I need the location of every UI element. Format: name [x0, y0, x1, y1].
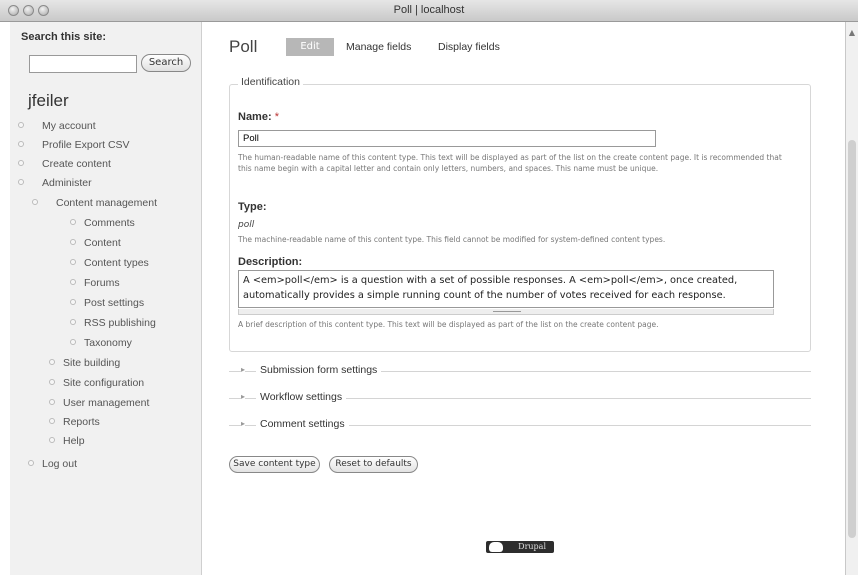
sidebar-item-label: Log out	[42, 458, 78, 470]
sidebar-item-content-management[interactable]: Content management	[32, 197, 157, 209]
bullet-icon	[70, 239, 76, 245]
textarea-resize-grip[interactable]	[238, 309, 774, 315]
bullet-icon	[18, 160, 24, 166]
sidebar-item-label: RSS publishing	[84, 317, 156, 329]
expand-arrow-icon: ▸	[241, 392, 246, 401]
description-help-text: A brief description of this content type…	[238, 320, 659, 329]
tab-edit[interactable]: Edit	[286, 38, 334, 56]
reset-to-defaults-button[interactable]: Reset to defaults	[329, 456, 418, 473]
bullet-icon	[70, 339, 76, 345]
drupal-badge-label: Drupal	[518, 542, 546, 551]
search-button[interactable]: Search	[141, 54, 191, 72]
save-content-type-button[interactable]: Save content type	[229, 456, 320, 473]
window-title: Poll | localhost	[393, 4, 465, 16]
tab-manage-fields[interactable]: Manage fields	[346, 41, 411, 53]
sidebar-item-comments[interactable]: Comments	[70, 217, 135, 229]
page-title: Poll	[229, 37, 258, 56]
expand-arrow-icon: ▸	[241, 419, 246, 428]
drupal-drop-icon	[489, 542, 503, 552]
sidebar-item-reports[interactable]: Reports	[49, 416, 100, 428]
sidebar-item-user-management[interactable]: User management	[49, 397, 149, 409]
sidebar-item-label: Profile Export CSV	[42, 139, 130, 151]
type-label: Type:	[238, 201, 267, 213]
sidebar-item-profile-export-csv[interactable]: Profile Export CSV	[18, 139, 130, 151]
sidebar-item-administer[interactable]: Administer	[18, 177, 92, 189]
workflow-settings-toggle[interactable]: Workflow settings	[256, 391, 347, 403]
drupal-badge[interactable]: Drupal	[486, 541, 554, 553]
name-label: Name: *	[238, 111, 279, 123]
sidebar-item-label: Content types	[84, 257, 149, 269]
bullet-icon	[18, 122, 24, 128]
sidebar-item-taxonomy[interactable]: Taxonomy	[70, 337, 132, 349]
collapsed-bullet-icon	[49, 379, 55, 385]
bullet-icon	[28, 460, 34, 466]
sidebar-item-label: Reports	[63, 416, 100, 428]
type-help-text: The machine-readable name of this conten…	[238, 235, 666, 244]
comment-settings-toggle[interactable]: Comment settings	[256, 418, 349, 430]
expanded-bullet-icon	[32, 199, 38, 205]
window-titlebar: Poll | localhost	[0, 0, 858, 22]
sidebar-item-label: Content management	[56, 197, 157, 209]
sidebar-item-log-out[interactable]: Log out	[28, 458, 77, 470]
description-label: Description:	[238, 256, 303, 268]
sidebar-item-label: Administer	[42, 177, 92, 189]
expanded-bullet-icon	[18, 179, 24, 185]
sidebar-item-label: Forums	[84, 277, 120, 289]
expand-arrow-icon: ▸	[241, 365, 246, 374]
scrollbar-thumb[interactable]	[848, 140, 856, 538]
sidebar-item-forums[interactable]: Forums	[70, 277, 120, 289]
type-value: poll	[238, 220, 255, 230]
sidebar-item-content-types[interactable]: Content types	[70, 257, 149, 269]
sidebar-item-label: Comments	[84, 217, 135, 229]
sidebar-item-label: Help	[63, 435, 85, 447]
required-marker: *	[274, 111, 279, 123]
bullet-icon	[70, 259, 76, 265]
collapsed-bullet-icon	[49, 359, 55, 365]
sidebar-item-label: Site building	[63, 357, 121, 369]
name-label-text: Name:	[238, 111, 272, 123]
scroll-up-arrow-icon[interactable]: ▲	[847, 28, 857, 38]
collapsed-bullet-icon	[49, 399, 55, 405]
search-label: Search this site:	[21, 31, 106, 43]
sidebar-item-rss-publishing[interactable]: RSS publishing	[70, 317, 156, 329]
bullet-icon	[18, 141, 24, 147]
identification-legend: Identification	[238, 76, 303, 88]
tab-display-fields[interactable]: Display fields	[438, 41, 500, 53]
submission-form-settings-toggle[interactable]: Submission form settings	[256, 364, 382, 376]
sidebar-item-content[interactable]: Content	[70, 237, 121, 249]
sidebar-item-help[interactable]: Help	[49, 435, 85, 447]
sidebar-item-label: Post settings	[84, 297, 145, 309]
sidebar-item-my-account[interactable]: My account	[18, 120, 96, 132]
bullet-icon	[70, 219, 76, 225]
sidebar-item-label: Site configuration	[63, 377, 145, 389]
sidebar-item-label: Taxonomy	[84, 337, 132, 349]
bullet-icon	[49, 437, 55, 443]
sidebar-item-create-content[interactable]: Create content	[18, 158, 111, 170]
bullet-icon	[70, 319, 76, 325]
username-heading: jfeiler	[28, 91, 69, 110]
sidebar-item-label: Create content	[42, 158, 111, 170]
search-input[interactable]	[29, 55, 137, 73]
sidebar-item-label: Content	[84, 237, 121, 249]
sidebar-item-label: My account	[42, 120, 96, 132]
description-textarea[interactable]: A <em>poll</em> is a question with a set…	[238, 270, 774, 308]
sidebar-item-label: User management	[63, 397, 150, 409]
sidebar-item-site-building[interactable]: Site building	[49, 357, 120, 369]
sidebar-item-post-settings[interactable]: Post settings	[70, 297, 144, 309]
name-help-text: The human-readable name of this content …	[238, 153, 782, 173]
name-field[interactable]	[238, 130, 656, 147]
collapsed-bullet-icon	[49, 418, 55, 424]
bullet-icon	[70, 279, 76, 285]
sidebar-item-site-configuration[interactable]: Site configuration	[49, 377, 144, 389]
bullet-icon	[70, 299, 76, 305]
